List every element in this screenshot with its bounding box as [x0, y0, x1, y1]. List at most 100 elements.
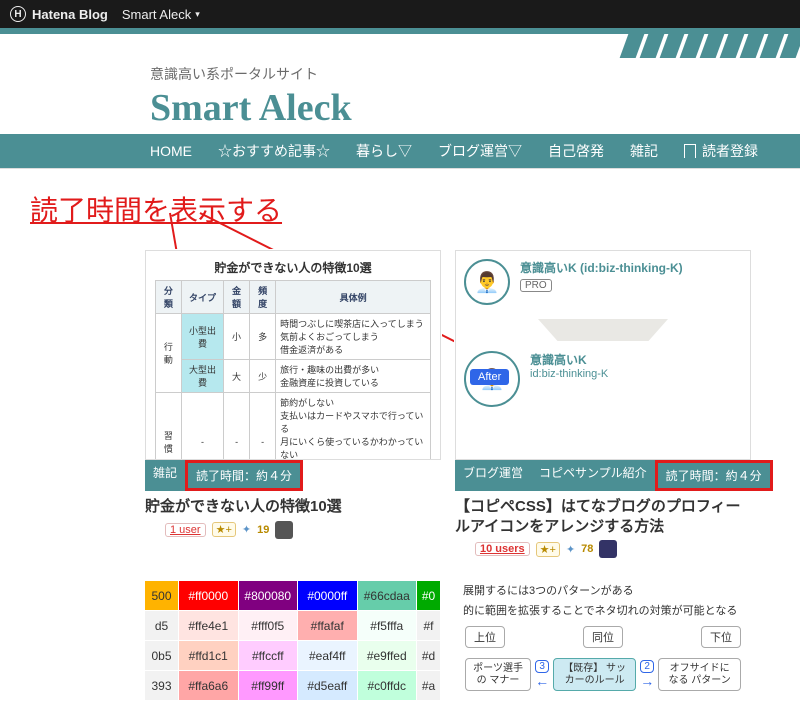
card1-thumbnail: 貯金ができない人の特徴10選 分類 タイプ 金額 頻度 具体例 行動 小型出費 …	[145, 250, 441, 460]
card1-post-title[interactable]: 貯金ができない人の特徴10選	[145, 497, 441, 517]
site-tagline: 意識高い系ポータルサイト	[150, 64, 800, 84]
td: -	[250, 393, 276, 461]
article-card-2[interactable]: 👨‍💼 意識高いK (id:biz-thinking-K) PRO After …	[454, 249, 752, 559]
arrow-left: 3←	[535, 660, 549, 689]
card2-star-button[interactable]: ★+	[536, 542, 560, 557]
th: タイプ	[181, 281, 223, 314]
card2-subcategory-tag[interactable]: コピペサンプル紹介	[531, 460, 655, 491]
color-swatch: #c0ffdc	[358, 670, 418, 700]
th: 具体例	[276, 281, 431, 314]
card1-users-badge[interactable]: 1 user	[165, 523, 206, 537]
color-swatch: #ff99ff	[239, 670, 299, 700]
nav-home[interactable]: HOME	[150, 143, 192, 159]
article-card-3[interactable]: 500#ff0000#800080#0000ff#66cdaa#0 d5#ffe4…	[144, 579, 442, 701]
color-swatch: #ffccff	[239, 640, 299, 670]
swatch-edge-left: 0b5	[145, 640, 179, 670]
diagram-line1: 展開するには3つのパターンがある	[455, 580, 751, 600]
th: 金額	[224, 281, 250, 314]
nav-recommend[interactable]: ☆おすすめ記事☆	[218, 141, 330, 161]
card1-thumb-title: 貯金ができない人の特徴10選	[146, 259, 440, 276]
star-icon: ✦	[566, 543, 575, 556]
nav-subscribe-label: 読者登録	[702, 143, 758, 159]
profile-name-after: 意識高いK	[530, 351, 608, 368]
card1-table: 分類 タイプ 金額 頻度 具体例 行動 小型出費 小 多 時間つぶしに喫茶店に入…	[155, 280, 431, 460]
color-swatch: #ffd1c1	[179, 640, 239, 670]
card1-star-count: 19	[257, 524, 269, 536]
swatch-edge-right: #d	[417, 640, 441, 670]
card2-read-time-tag: 読了時間：約４分	[655, 460, 773, 491]
nav-life[interactable]: 暮らし▽	[356, 141, 412, 161]
td: -	[224, 393, 250, 461]
color-swatch: #ffa6a6	[179, 670, 239, 700]
article-cards: 貯金ができない人の特徴10選 分類 タイプ 金額 頻度 具体例 行動 小型出費 …	[0, 239, 800, 579]
card2-tagstrip: ブログ運営 コピペサンプル紹介 読了時間：約４分	[455, 460, 751, 491]
arrow-right: 2→	[640, 660, 654, 689]
profile-id-after: id:biz-thinking-K	[530, 368, 608, 380]
color-swatch: #d5eaff	[298, 670, 358, 700]
color-swatch-grid: 500#ff0000#800080#0000ff#66cdaa#0 d5#ffe4…	[145, 580, 441, 700]
level-same: 同位	[583, 626, 623, 648]
blog-switcher[interactable]: Smart Aleck ▾	[122, 7, 200, 22]
hatena-logo[interactable]: H Hatena Blog	[10, 6, 108, 22]
td: 時間つぶしに喫茶店に入ってしまう 気前よくおごってしまう 借金返済がある	[276, 314, 431, 360]
card2-avatar[interactable]	[599, 540, 617, 558]
swatch-edge-right: #a	[417, 670, 441, 700]
card1-meta: 1 user ★+ ✦ 19	[145, 521, 441, 539]
down-arrow-icon	[538, 319, 668, 341]
hatena-logo-icon: H	[10, 6, 26, 22]
color-swatch: #eaf4ff	[298, 640, 358, 670]
swatch-edge-right: #0	[417, 580, 441, 610]
caret-down-icon: ▾	[195, 9, 200, 20]
nav-blogops[interactable]: ブログ運営▽	[438, 141, 522, 161]
hatena-brand-text: Hatena Blog	[32, 7, 108, 22]
td: 小	[224, 314, 250, 360]
card2-thumbnail: 👨‍💼 意識高いK (id:biz-thinking-K) PRO After …	[455, 250, 751, 460]
site-title[interactable]: Smart Aleck	[150, 86, 800, 130]
color-swatch: #800080	[239, 580, 299, 610]
main-nav: HOME ☆おすすめ記事☆ 暮らし▽ ブログ運営▽ 自己啓発 雑記 読者登録	[0, 134, 800, 168]
article-card-4[interactable]: 展開するには3つのパターンがある 的に範囲を拡張することでネタ切れの対策が可能と…	[454, 579, 752, 701]
level-up: 上位	[465, 626, 505, 648]
color-swatch: #ffe4e1	[179, 610, 239, 640]
card2-post-title[interactable]: 【コピペCSS】はてなブログのプロフィールアイコンをアレンジする方法	[455, 497, 751, 536]
nav-selfdev[interactable]: 自己啓発	[548, 141, 604, 161]
avatar-before: 👨‍💼	[464, 259, 510, 305]
table-row: 行動 小型出費 小 多 時間つぶしに喫茶店に入ってしまう 気前よくおごってしまう…	[155, 314, 430, 360]
card2-users-badge[interactable]: 10 users	[475, 542, 530, 556]
pro-badge: PRO	[520, 279, 552, 292]
card2-meta: 10 users ★+ ✦ 78	[455, 540, 751, 558]
card2-category-tag[interactable]: ブログ運営	[455, 460, 531, 491]
diagram-line2: 的に範囲を拡張することでネタ切れの対策が可能となる	[455, 600, 751, 620]
node-center: 【既存】 サッカーのルール	[553, 658, 636, 691]
th: 頻度	[250, 281, 276, 314]
td: 大	[224, 360, 250, 393]
color-swatch: #ff0000	[179, 580, 239, 610]
th: 分類	[155, 281, 181, 314]
annotation-title: 読了時間を表示する	[30, 195, 282, 226]
color-swatch: #fff0f5	[239, 610, 299, 640]
card1-category-tag[interactable]: 雑記	[145, 460, 185, 491]
color-swatch: #ffafaf	[298, 610, 358, 640]
color-swatch: #f5fffa	[358, 610, 418, 640]
swatch-edge-left: 393	[145, 670, 179, 700]
table-row: 大型出費 大 少 旅行・趣味の出費が多い 金融資産に投資している	[155, 360, 430, 393]
article-cards-row2: 500#ff0000#800080#0000ff#66cdaa#0 d5#ffe4…	[0, 579, 800, 721]
card2-star-count: 78	[581, 543, 593, 555]
td: 行動	[155, 314, 181, 393]
nav-subscribe[interactable]: 読者登録	[684, 141, 758, 161]
node-right: オフサイドになる パターン	[658, 658, 741, 691]
nav-misc[interactable]: 雑記	[630, 141, 658, 161]
after-label: After	[470, 369, 509, 385]
article-card-1[interactable]: 貯金ができない人の特徴10選 分類 タイプ 金額 頻度 具体例 行動 小型出費 …	[144, 249, 442, 559]
table-row: 習慣 - - - 節約がしない 支払いはカードやスマホで行っている 月にいくら使…	[155, 393, 430, 461]
td: -	[181, 393, 223, 461]
swatch-edge-left: d5	[145, 610, 179, 640]
td: 小型出費	[181, 314, 223, 360]
color-swatch: #0000ff	[298, 580, 358, 610]
color-swatch: #66cdaa	[358, 580, 418, 610]
bookmark-icon	[684, 144, 696, 158]
level-down: 下位	[701, 626, 741, 648]
card1-star-button[interactable]: ★+	[212, 522, 236, 537]
card1-avatar[interactable]	[275, 521, 293, 539]
swatch-edge-left: 500	[145, 580, 179, 610]
